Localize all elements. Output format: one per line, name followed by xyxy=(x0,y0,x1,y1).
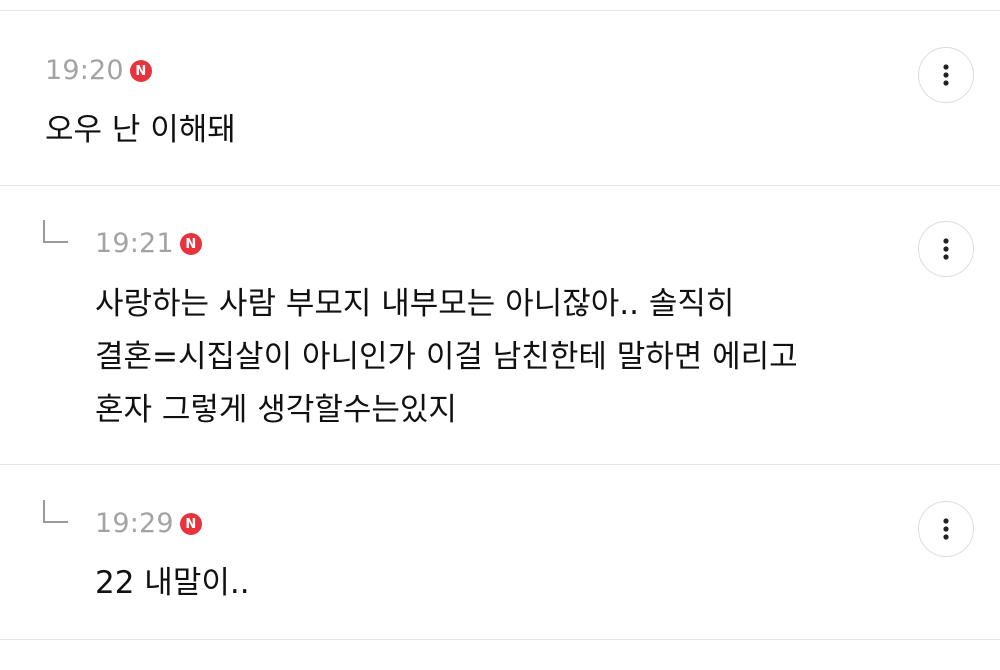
comment-text: 22 내말이.. xyxy=(95,565,250,601)
reply-comment-item: 19:29 N 22 내말이.. xyxy=(0,465,1000,640)
comment-timestamp: 19:20 xyxy=(45,55,124,86)
comment-meta: 19:29 N xyxy=(95,507,202,541)
comment-text: 사랑하는 사람 부모지 내부모는 아니잖아.. 솔직히 결혼=시집살이 아니인가… xyxy=(95,286,798,428)
comment-meta: 19:21 N xyxy=(95,227,202,261)
more-options-button[interactable] xyxy=(918,47,974,103)
comment-item: 19:20 N 오우 난 이해돼 xyxy=(0,11,1000,186)
more-vertical-icon xyxy=(943,238,949,260)
reply-arrow-icon xyxy=(43,220,68,243)
more-options-button[interactable] xyxy=(918,221,974,277)
comment-timestamp: 19:21 xyxy=(95,228,174,259)
new-badge: N xyxy=(129,60,152,82)
more-options-button[interactable] xyxy=(918,501,974,557)
new-badge: N xyxy=(179,513,202,535)
comment-text: 오우 난 이해돼 xyxy=(45,112,236,148)
more-vertical-icon xyxy=(943,518,949,540)
comment-timestamp: 19:29 xyxy=(95,508,174,539)
reply-comment-item: 19:21 N 사랑하는 사람 부모지 내부모는 아니잖아.. 솔직히 결혼=시… xyxy=(0,186,1000,465)
comment-meta: 19:20 N xyxy=(45,54,152,88)
new-badge: N xyxy=(179,233,202,255)
comment-divider xyxy=(0,639,1000,640)
reply-arrow-icon xyxy=(43,500,68,523)
more-vertical-icon xyxy=(943,64,949,86)
